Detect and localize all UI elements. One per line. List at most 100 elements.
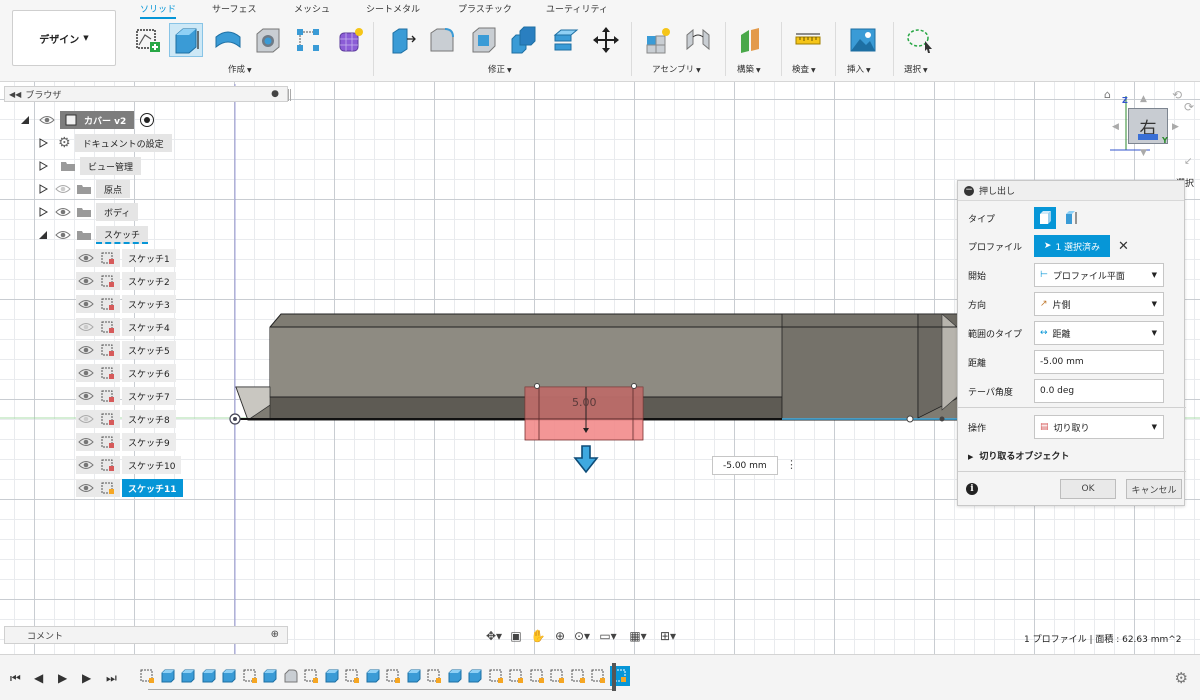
look-at-icon[interactable]: ▣	[506, 627, 526, 645]
group-select[interactable]: 選択 ▼	[904, 63, 928, 75]
left-arrow-icon[interactable]: ◀	[1112, 122, 1119, 132]
timeline-sketch-icon[interactable]	[384, 667, 402, 685]
pan-hand-icon[interactable]: ✋	[528, 627, 548, 645]
visibility-eye-icon[interactable]	[38, 114, 56, 126]
group-create[interactable]: 作成 ▼	[228, 63, 252, 75]
sketch-row[interactable]: スケッチ3	[76, 294, 176, 314]
timeline-sketch-icon[interactable]	[528, 667, 546, 685]
tab-utilities[interactable]: ユーティリティ	[546, 2, 608, 17]
timeline-extrude-icon[interactable]	[323, 667, 341, 685]
collapse-arrows-icon[interactable]: ◀◀	[9, 90, 21, 99]
workspace-switcher[interactable]: デザイン ▼	[12, 10, 116, 66]
sketch-row[interactable]: スケッチ10	[76, 455, 182, 475]
sketch-row[interactable]: スケッチ6	[76, 363, 176, 383]
up-arrow-icon[interactable]: ▲	[1140, 94, 1147, 104]
tab-sheet-metal[interactable]: シートメタル	[366, 2, 420, 17]
tree-row-bodies[interactable]: ボディ	[38, 202, 139, 222]
timeline-extrude-icon[interactable]	[200, 667, 218, 685]
rotate-arrow-icon[interactable]: ⟳	[1184, 100, 1194, 114]
new-component-icon[interactable]	[641, 23, 675, 57]
timeline-sketch-icon[interactable]	[138, 667, 156, 685]
timeline-sketch-icon[interactable]	[507, 667, 525, 685]
solid-type-icon[interactable]	[1034, 207, 1056, 229]
visibility-eye-icon[interactable]	[76, 295, 96, 313]
move-copy-icon[interactable]	[589, 23, 623, 57]
visibility-eye-icon[interactable]	[76, 387, 96, 405]
tree-row-root[interactable]: カバー v2	[20, 110, 155, 130]
cancel-button[interactable]: キャンセル	[1126, 479, 1182, 499]
timeline-sketch-icon[interactable]	[302, 667, 320, 685]
timeline-extrude-icon[interactable]	[405, 667, 423, 685]
visibility-eye-icon[interactable]	[76, 272, 96, 290]
create-form-icon[interactable]	[333, 23, 367, 57]
group-construct[interactable]: 構築 ▼	[737, 63, 761, 75]
home-icon[interactable]: ⌂	[1104, 88, 1111, 101]
visibility-eye-icon[interactable]	[76, 410, 96, 428]
select-lasso-icon[interactable]	[903, 23, 937, 57]
group-assemble[interactable]: アセンブリ ▼	[652, 63, 701, 75]
play-icon[interactable]: ▶	[58, 671, 67, 685]
visibility-eye-icon[interactable]	[76, 479, 96, 497]
press-pull-icon[interactable]	[385, 23, 419, 57]
viewcube[interactable]: ⌂ Z ⟲ ⟳ ▲ ◀ ▶ ▼ 右 Y ↙	[1100, 84, 1196, 180]
timeline-fillet-icon[interactable]	[282, 667, 300, 685]
root-component[interactable]: カバー v2	[60, 111, 135, 129]
add-comment-icon[interactable]: ⊕	[271, 629, 279, 640]
gear-icon[interactable]: ⚙	[1175, 669, 1188, 687]
timeline-extrude-icon[interactable]	[446, 667, 464, 685]
timeline-sketch-icon[interactable]	[569, 667, 587, 685]
insert-image-icon[interactable]	[846, 23, 880, 57]
distance-float-input[interactable]: -5.00 mm	[712, 456, 778, 475]
profile-select-button[interactable]: ➤ 1 選択済み	[1034, 235, 1110, 257]
comment-bar[interactable]: コメント ⊕	[4, 626, 288, 644]
fit-icon[interactable]: ⊙▾	[572, 627, 592, 645]
taper-angle-input[interactable]: 0.0 deg	[1034, 379, 1164, 403]
timeline-extrude-icon[interactable]	[364, 667, 382, 685]
joint-icon[interactable]	[681, 23, 715, 57]
sketch-row[interactable]: スケッチ7	[76, 386, 176, 406]
timeline-extrude-icon[interactable]	[466, 667, 484, 685]
visibility-eye-icon[interactable]	[54, 229, 72, 241]
viewcube-menu-icon[interactable]: ↙	[1184, 156, 1192, 167]
step-back-icon[interactable]: ◀	[34, 671, 43, 685]
sketch-row[interactable]: スケッチ5	[76, 340, 176, 360]
browser-header[interactable]: ◀◀ ブラウザ ●	[4, 86, 291, 102]
timeline-extrude-icon[interactable]	[159, 667, 177, 685]
tab-solid[interactable]: ソリッド	[140, 2, 177, 19]
viewports-icon[interactable]: ⊞▾	[654, 627, 682, 645]
visibility-eye-icon[interactable]	[76, 433, 96, 451]
sketch-row[interactable]: スケッチ9	[76, 432, 176, 452]
extent-select[interactable]: ↔ 距離 ▼	[1034, 321, 1164, 345]
extrude-icon[interactable]	[169, 23, 203, 57]
sketch-row[interactable]: スケッチ8	[76, 409, 176, 429]
tree-row-document-settings[interactable]: ⚙ ドキュメントの設定	[38, 133, 172, 153]
dimension-label[interactable]: 5.00	[572, 396, 597, 409]
shell-icon[interactable]	[467, 23, 501, 57]
display-settings-icon[interactable]: ▭▾	[594, 627, 622, 645]
timeline-extrude-icon[interactable]	[261, 667, 279, 685]
hole-icon[interactable]	[251, 23, 285, 57]
step-forward-icon[interactable]: ▶	[82, 671, 91, 685]
minimize-icon[interactable]: ●	[271, 89, 279, 99]
right-arrow-icon[interactable]: ▶	[1172, 122, 1179, 132]
create-sketch-icon[interactable]	[131, 23, 165, 57]
visibility-eye-icon[interactable]	[54, 206, 72, 218]
tree-row-named-views[interactable]: ビュー管理	[38, 156, 142, 176]
sketch-row[interactable]: スケッチ11	[76, 478, 183, 498]
combine-icon[interactable]	[507, 23, 541, 57]
go-to-start-icon[interactable]: ⏮	[10, 671, 21, 686]
measure-icon[interactable]	[791, 23, 825, 57]
sketch-row[interactable]: スケッチ4	[76, 317, 176, 337]
sketch-row[interactable]: スケッチ2	[76, 271, 176, 291]
tab-surface[interactable]: サーフェス	[212, 2, 256, 17]
thin-type-icon[interactable]	[1060, 207, 1082, 229]
distance-input[interactable]: -5.00 mm	[1034, 350, 1164, 374]
group-insert[interactable]: 挿入 ▼	[847, 63, 871, 75]
visibility-eye-icon[interactable]	[76, 341, 96, 359]
fillet-icon[interactable]	[425, 23, 459, 57]
ok-button[interactable]: OK	[1060, 479, 1116, 499]
hidden-eye-icon[interactable]	[54, 183, 72, 195]
go-to-end-icon[interactable]: ⏭	[106, 671, 117, 686]
pin-icon[interactable]	[288, 89, 291, 101]
tab-mesh[interactable]: メッシュ	[294, 2, 330, 17]
